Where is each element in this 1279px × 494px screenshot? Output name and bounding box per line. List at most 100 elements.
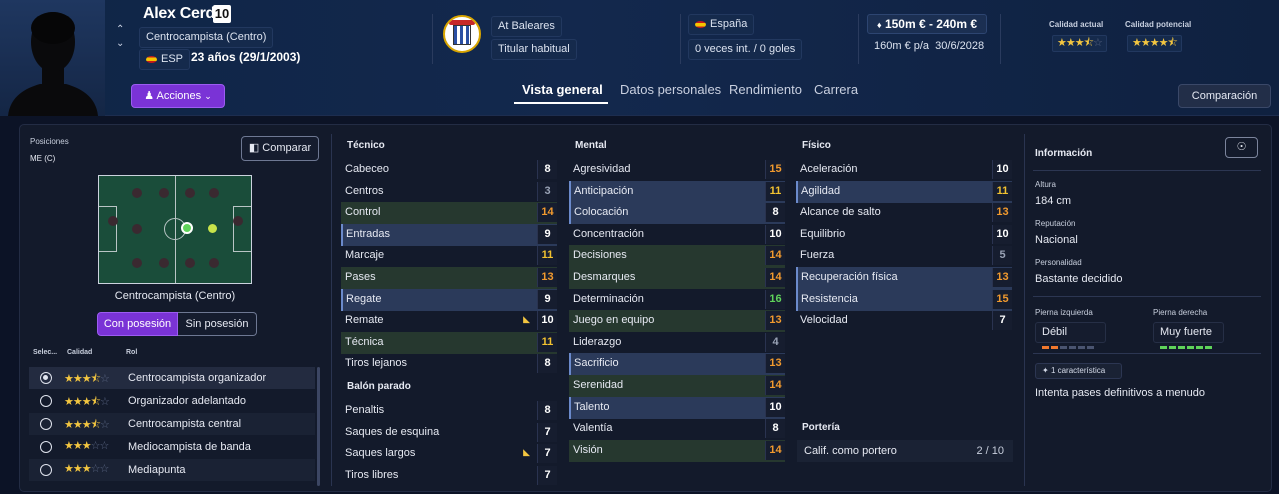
attribute-value: 9 <box>537 289 557 309</box>
with-possession-toggle[interactable]: Con posesión <box>97 312 178 336</box>
attribute-row[interactable]: Valentía 8 <box>569 418 785 440</box>
roles-scrollbar[interactable] <box>317 367 320 486</box>
club-name[interactable]: At Baleares <box>491 16 562 37</box>
actions-button[interactable]: ♟ Acciones ⌄ <box>131 84 225 108</box>
attribute-row[interactable]: Técnica 11 <box>341 331 557 354</box>
compare-positions-button[interactable]: ◧ Comparar <box>241 136 319 161</box>
attribute-row[interactable]: Pases 13 <box>341 267 557 289</box>
attribute-value: 7 <box>537 444 557 464</box>
attribute-row[interactable]: Juego en equipo 13 <box>569 310 785 333</box>
attribute-name: Agresividad <box>573 163 631 175</box>
next-player-icon[interactable]: ⌄ <box>116 38 124 49</box>
attribute-row[interactable]: Desmarques 14 <box>569 267 785 289</box>
left-penalty-box <box>99 206 117 252</box>
goalkeeper-rating-label: Calif. como portero <box>804 445 897 457</box>
role-row[interactable]: ★★★⯪☆ Centrocampista organizador <box>29 367 315 389</box>
attribute-row[interactable]: Visión 14 <box>569 439 785 462</box>
divider <box>1033 353 1261 354</box>
attribute-row[interactable]: Sacrificio 13 <box>569 353 785 376</box>
comparison-button[interactable]: Comparación <box>1178 84 1271 108</box>
pitch-position-dot <box>185 258 195 268</box>
role-radio[interactable] <box>40 395 52 407</box>
attribute-name: Sacrificio <box>574 357 619 370</box>
nationality-badge[interactable]: ESP <box>139 49 191 70</box>
transfer-value[interactable]: ♦ 150m € - 240m € <box>867 14 987 34</box>
role-row[interactable]: ★★★⯪☆ Organizador adelantado <box>29 390 315 412</box>
attribute-value: 14 <box>765 440 785 460</box>
attribute-value: 14 <box>537 203 557 223</box>
attribute-value: 14 <box>765 246 785 266</box>
attribute-row[interactable]: Resistencia 15 <box>796 288 1012 311</box>
attribute-row[interactable]: Alcance de salto 13 <box>796 202 1012 224</box>
country-badge[interactable]: España <box>688 14 755 35</box>
attribute-row[interactable]: Marcaje 11 <box>341 245 557 267</box>
attribute-row[interactable]: Agresividad 15 <box>569 159 785 181</box>
attribute-row[interactable]: Agilidad 11 <box>796 180 1012 203</box>
right-foot-box: Muy fuerte <box>1153 322 1224 349</box>
role-stars: ★★★⯪☆ <box>64 396 110 408</box>
attribute-value: 8 <box>765 203 785 223</box>
attribute-row[interactable]: Equilibrio 10 <box>796 224 1012 246</box>
role-radio[interactable] <box>40 441 52 453</box>
position-pitch <box>98 175 252 284</box>
tab-carrera[interactable]: Carrera <box>814 82 858 97</box>
tab-datos-personales[interactable]: Datos personales <box>620 82 721 97</box>
player-age: 23 años (29/1/2003) <box>191 50 301 64</box>
height-label: Altura <box>1035 180 1056 189</box>
role-row[interactable]: ★★★⯪☆ Centrocampista central <box>29 413 315 435</box>
attribute-row[interactable]: Recuperación física 13 <box>796 267 1012 289</box>
foot-level-segment <box>1051 346 1058 349</box>
attribute-row[interactable]: Determinación 16 <box>569 289 785 311</box>
trend-arrow-icon: ◣ <box>523 314 530 325</box>
role-header-quality[interactable]: Calidad <box>67 349 92 356</box>
role-header-role[interactable]: Rol <box>126 349 137 356</box>
attribute-row[interactable]: Regate 9 <box>341 288 557 311</box>
attribute-name: Concentración <box>573 227 644 240</box>
attribute-row[interactable]: Saques de esquina 7 <box>341 422 557 444</box>
attribute-row[interactable]: Fuerza 5 <box>796 245 1012 267</box>
attribute-row[interactable]: Liderazgo 4 <box>569 332 785 354</box>
attribute-row[interactable]: Serenidad 14 <box>569 375 785 397</box>
role-header-select[interactable]: Selec... <box>33 349 57 356</box>
role-stars: ★★★⯪☆ <box>64 373 110 385</box>
attribute-row[interactable]: Aceleración 10 <box>796 159 1012 181</box>
right-foot-label: Pierna derecha <box>1153 308 1208 317</box>
contract-info: 160m € p/a 30/6/2028 <box>874 40 984 52</box>
without-possession-toggle[interactable]: Sin posesión <box>178 312 257 336</box>
tab-vista-general[interactable]: Vista general <box>522 82 603 97</box>
attribute-value: 3 <box>537 181 557 201</box>
attribute-row[interactable]: Penaltis 8 <box>341 400 557 422</box>
attribute-row[interactable]: Anticipación 11 <box>569 180 785 203</box>
attribute-name: Marcaje <box>345 249 385 262</box>
attribute-row[interactable]: Concentración 10 <box>569 224 785 246</box>
person-settings-icon[interactable]: ☉ <box>1225 137 1258 158</box>
attribute-value: 15 <box>992 289 1012 309</box>
role-row[interactable]: ★★★☆☆ Mediapunta <box>29 459 315 481</box>
attribute-row[interactable]: Velocidad 7 <box>796 310 1012 332</box>
previous-player-icon[interactable]: ⌃ <box>116 24 124 35</box>
traits-chip[interactable]: ✦ 1 característica <box>1035 363 1122 379</box>
attribute-row[interactable]: Entradas 9 <box>341 223 557 246</box>
attribute-row[interactable]: Colocación 8 <box>569 202 785 225</box>
tab-rendimiento[interactable]: Rendimiento <box>729 82 802 97</box>
attribute-row[interactable]: Remate 10 ◣ <box>341 310 557 332</box>
attribute-row[interactable]: Tiros libres 7 <box>341 465 557 487</box>
attribute-row[interactable]: Control 14 <box>341 202 557 225</box>
divider <box>858 14 859 64</box>
attribute-row[interactable]: Tiros lejanos 8 <box>341 353 557 375</box>
attribute-row[interactable]: Decisiones 14 <box>569 245 785 268</box>
attribute-row[interactable]: Centros 3 <box>341 181 557 203</box>
club-crest-icon[interactable] <box>443 15 481 53</box>
role-radio[interactable] <box>40 464 52 476</box>
role-row[interactable]: ★★★☆☆ Mediocampista de banda <box>29 436 315 458</box>
attribute-name: Penaltis <box>345 404 385 416</box>
pitch-position-dot <box>209 188 219 198</box>
attribute-row[interactable]: Talento 10 <box>569 396 785 419</box>
attribute-name: Anticipación <box>574 184 634 197</box>
attribute-row[interactable]: Cabeceo 8 <box>341 159 557 181</box>
person-icon: ♟ <box>144 90 155 102</box>
role-radio[interactable] <box>40 418 52 430</box>
attribute-row[interactable]: Saques largos 7 ◣ <box>341 443 557 465</box>
role-radio[interactable] <box>40 372 52 384</box>
foot-level-segment <box>1178 346 1185 349</box>
